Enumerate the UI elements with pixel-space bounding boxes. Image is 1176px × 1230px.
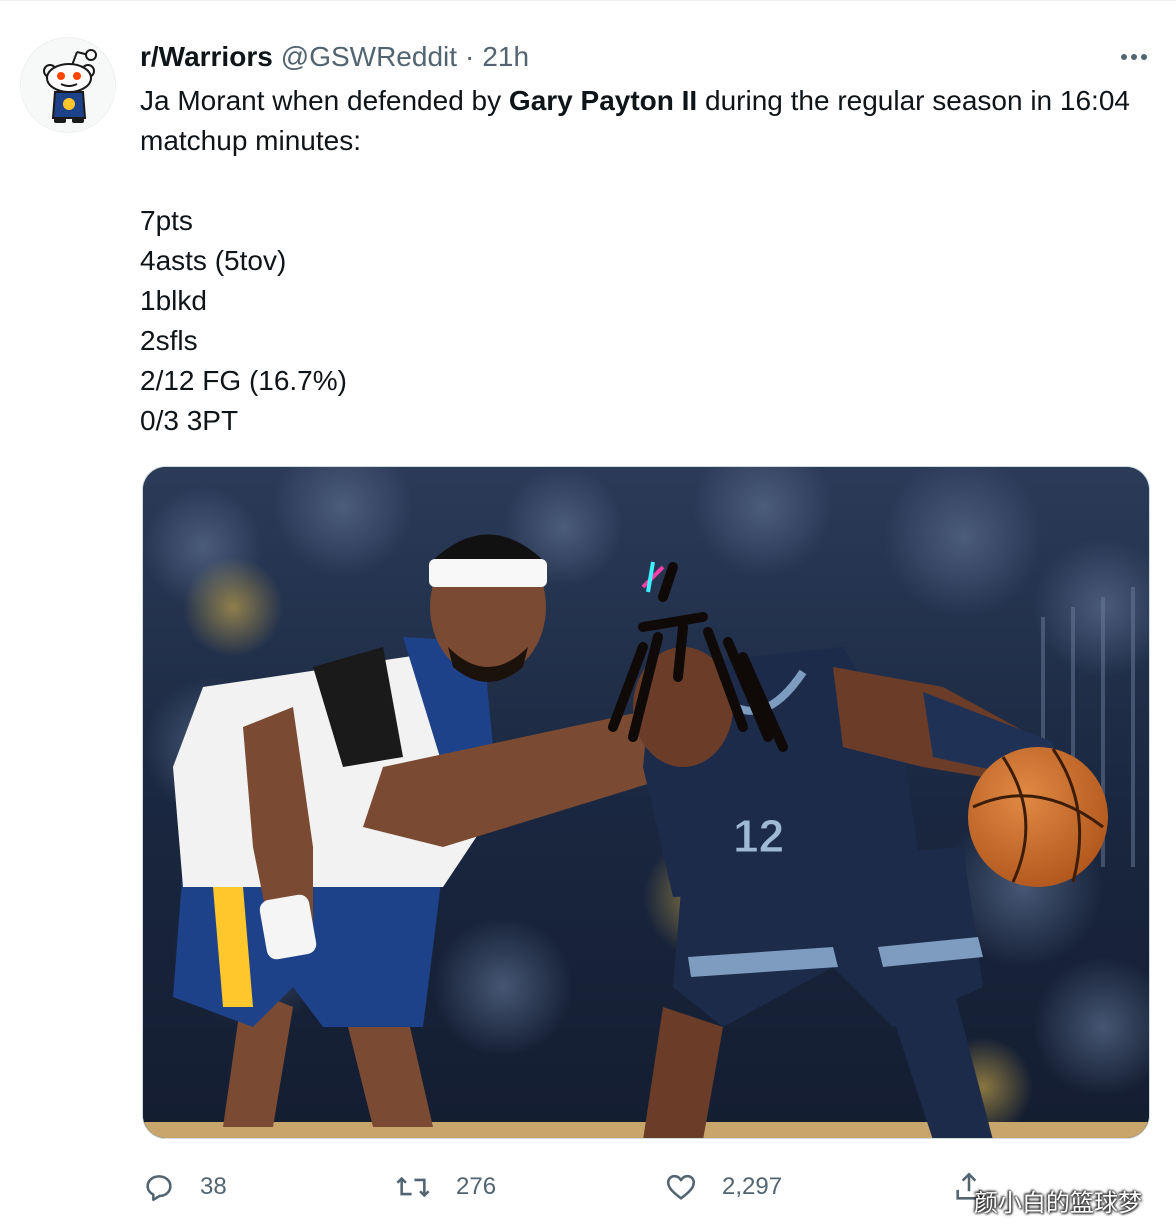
separator-dot: ·: [465, 41, 475, 72]
retweet-button[interactable]: 276: [394, 1169, 496, 1205]
tweet-text-bold-name: Gary Payton II: [508, 85, 698, 116]
reply-button[interactable]: 38: [142, 1169, 227, 1205]
reply-count: 38: [200, 1173, 227, 1200]
tweet: r/Warriors @GSWReddit · 21h Ja Morant wh…: [0, 0, 1176, 1230]
handle[interactable]: @GSWReddit: [281, 41, 457, 73]
like-button[interactable]: 2,297: [664, 1169, 782, 1205]
tweet-text: Ja Morant when defended by Gary Payton I…: [140, 81, 1140, 161]
more-options-icon[interactable]: [1114, 45, 1154, 69]
stat-line: 7pts: [140, 205, 193, 236]
headband: [429, 559, 547, 587]
display-name[interactable]: r/Warriors: [140, 41, 273, 73]
stat-line: 1blkd: [140, 285, 207, 316]
like-count: 2,297: [722, 1173, 783, 1200]
retweet-count: 276: [456, 1173, 497, 1200]
tweet-text-part1: Ja Morant when defended by: [140, 85, 509, 116]
heart-icon: [666, 1174, 696, 1200]
jersey-number: 12: [733, 810, 784, 862]
timestamp[interactable]: 21h: [482, 41, 529, 73]
watermark: 颜小白的篮球梦: [974, 1189, 1142, 1217]
stat-line: 4asts (5tov): [140, 245, 287, 276]
avatar[interactable]: [20, 37, 116, 133]
stat-line: 2sfls: [140, 325, 198, 356]
reddit-snoo-icon: [43, 49, 97, 123]
stat-list: 7pts 4asts (5tov) 1blkd 2sfls 2/12 FG (1…: [140, 201, 347, 441]
basketball-photo: 12: [143, 467, 1149, 1138]
dot: [1141, 54, 1147, 60]
tweet-header: r/Warriors @GSWReddit · 21h: [140, 39, 529, 75]
dot: [1131, 54, 1137, 60]
dot: [1121, 54, 1127, 60]
stat-line: 0/3 3PT: [140, 405, 239, 436]
stat-line: 2/12 FG (16.7%): [140, 365, 347, 396]
tweet-photo[interactable]: 12: [142, 466, 1150, 1139]
reply-icon: [146, 1175, 172, 1202]
retweet-icon: [396, 1176, 430, 1198]
